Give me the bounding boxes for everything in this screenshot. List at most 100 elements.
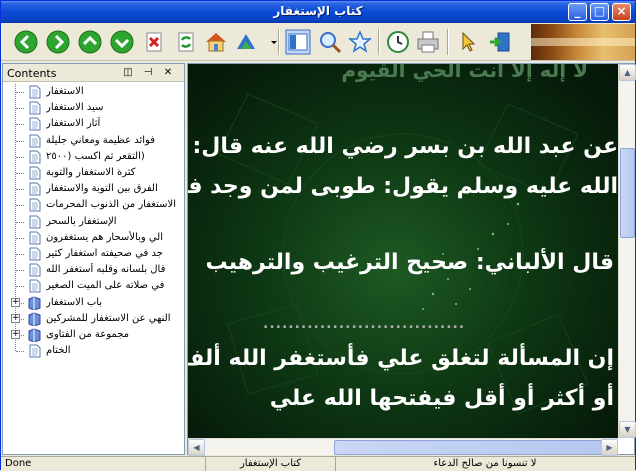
expand-icon[interactable]: + [11,313,20,323]
book-icon [28,296,41,310]
quote-line-2: أو أكثر أو أقل فيفتحها الله علي [269,386,614,411]
tree-page-item[interactable]: في صلاته على الميت الصغير [3,278,184,294]
page-icon [29,101,41,115]
scroll-down-arrow[interactable]: ▼ [619,421,636,438]
status-text: Done [5,458,32,469]
tree-page-item[interactable]: الختام [3,343,184,359]
title-bar[interactable]: كتاب الإستغفار _ □ × [1,1,635,23]
stop-button[interactable] [141,29,167,55]
page-icon [29,198,41,212]
page-icon [29,247,41,261]
exit-button[interactable] [487,29,513,55]
content-page: لا إله إلا أنت الحي القيوم عن عبد الله ب… [188,64,618,438]
contents-header: Contents ◫ ⊣ ✕ [3,64,184,82]
tree-folder-item[interactable]: + النهي عن الاستغفار للمشركين [3,311,184,327]
select-button[interactable] [455,29,481,55]
toolbar-separator [278,29,280,55]
tree-item-label: الاستغفار من الذنوب المحرمات [46,199,176,211]
pane-menu-icon[interactable]: ◫ [121,66,135,79]
tree-connector [16,221,24,223]
close-button[interactable]: × [612,3,631,21]
back-button[interactable] [13,29,39,55]
tree-page-item[interactable]: الي وبالأسحار هم يستغفرون [3,230,184,246]
history-button[interactable] [385,29,411,55]
scroll-thumb-horizontal[interactable] [334,440,614,455]
tree-folder-item[interactable]: + باب الاستغفار [3,295,184,311]
close-icon[interactable]: ✕ [161,66,175,79]
status-book-title: كتاب الإستغفار [205,457,335,471]
tree-page-item[interactable]: الاستغفار [3,84,184,100]
vertical-scrollbar[interactable]: ▲ ▼ [618,64,636,438]
cursor-icon [462,31,476,52]
hadith-line-2: الله عليه وسلم يقول: طوبى لمن وجد في صحي… [188,174,618,199]
tree-page-item[interactable]: آثار الاستغفار [3,116,184,132]
tree-page-item[interactable]: فوائد عظيمة ومعاني جليلة [3,133,184,149]
tree-connector [16,156,24,158]
tree-item-label: الي وبالأسحار هم يستغفرون [46,231,163,243]
search-icon [320,32,342,54]
tree-item-label: النهي عن الاستغفار للمشركين [46,312,171,324]
contents-button[interactable] [285,29,311,55]
next-button[interactable] [109,29,135,55]
tree-connector [16,124,24,126]
tree-item-label: الإستغفار بالسحر [46,215,117,227]
locate-dropdown[interactable] [261,29,277,55]
content-viewer: لا إله إلا أنت الحي القيوم عن عبد الله ب… [187,63,636,456]
tree-page-item[interactable]: قال بلسانه وقلبه أستغفر الله [3,262,184,278]
pin-icon[interactable]: ⊣ [141,66,155,79]
locate-button[interactable] [233,29,259,55]
search-button[interactable] [317,29,343,55]
tree-item-label: فوائد عظيمة ومعاني جليلة [46,134,155,146]
page-icon [29,166,41,180]
scroll-left-arrow[interactable]: ◀ [188,439,205,456]
refresh-icon [178,32,194,52]
dotted-separator: ................................ [263,316,466,332]
book-icon [28,328,41,342]
banner-image [531,24,635,60]
scroll-up-arrow[interactable]: ▲ [619,64,636,81]
exit-icon [490,32,510,52]
expand-icon[interactable]: + [11,297,20,307]
grading-line: قال الألباني: صحيح الترغيب والترهيب [205,250,614,275]
tree-connector [16,351,24,353]
page-icon [29,215,41,229]
status-bar: Done كتاب الإستغفار لا تنسونا من صالح ال… [1,456,635,471]
tree-page-item[interactable]: جد في صحيفته استغفار كثير [3,246,184,262]
tree-page-item[interactable]: كثرة الاستغفار والتوبة [3,165,184,181]
stop-icon [146,32,162,52]
tree-connector [16,173,24,174]
favorites-icon [347,30,373,53]
tree-page-item[interactable]: الإستغفار بالسحر [3,214,184,230]
home-icon [206,33,226,52]
favorites-button[interactable] [347,29,373,55]
contents-tree: الاستغفار سيد الاستغفار آثار الاستغفار فوائ… [3,84,184,454]
status-message: لا تنسونا من صالح الدعاء [335,457,634,471]
tree-page-item[interactable]: الاستغفار من الذنوب المحرمات [3,197,184,213]
refresh-button[interactable] [173,29,199,55]
tree-page-item[interactable]: (التقعر ثم اكسب (٢٥٠٠ [3,149,184,165]
tree-page-item[interactable]: الفرق بين التوبة والاستغفار [3,181,184,197]
toolbar-separator [447,29,449,55]
hadith-line-1: عن عبد الله بن بسر رضي الله عنه قال: سمع… [188,134,618,159]
tree-item-label: في صلاته على الميت الصغير [46,280,165,292]
tree-item-label: آثار الاستغفار [46,118,101,130]
tree-page-item[interactable]: سيد الاستغفار [3,100,184,116]
maximize-button[interactable]: □ [590,3,609,21]
scroll-thumb-vertical[interactable] [620,148,635,238]
tree-item-label: سيد الاستغفار [46,102,104,114]
print-button[interactable] [415,29,441,55]
previous-button[interactable] [77,29,103,55]
contents-pane: Contents ◫ ⊣ ✕ الاستغفار سيد الاستغفار آثا… [2,63,185,455]
quote-line-1: إن المسألة لتغلق علي فأستغفر الله ألف [188,346,614,371]
horizontal-scrollbar[interactable]: ◀ ▶ [188,438,618,456]
contents-title: Contents [7,67,57,80]
minimize-button[interactable]: _ [568,3,587,21]
tree-connector [16,108,24,110]
home-button[interactable] [203,29,229,55]
tree-folder-item[interactable]: + مجموعة من الفتاوى [3,327,184,343]
forward-button[interactable] [45,29,71,55]
tree-connector [16,270,24,272]
scroll-right-arrow[interactable]: ▶ [601,439,618,456]
expand-icon[interactable]: + [11,330,20,339]
tree-item-label: الاستغفار [46,86,84,97]
